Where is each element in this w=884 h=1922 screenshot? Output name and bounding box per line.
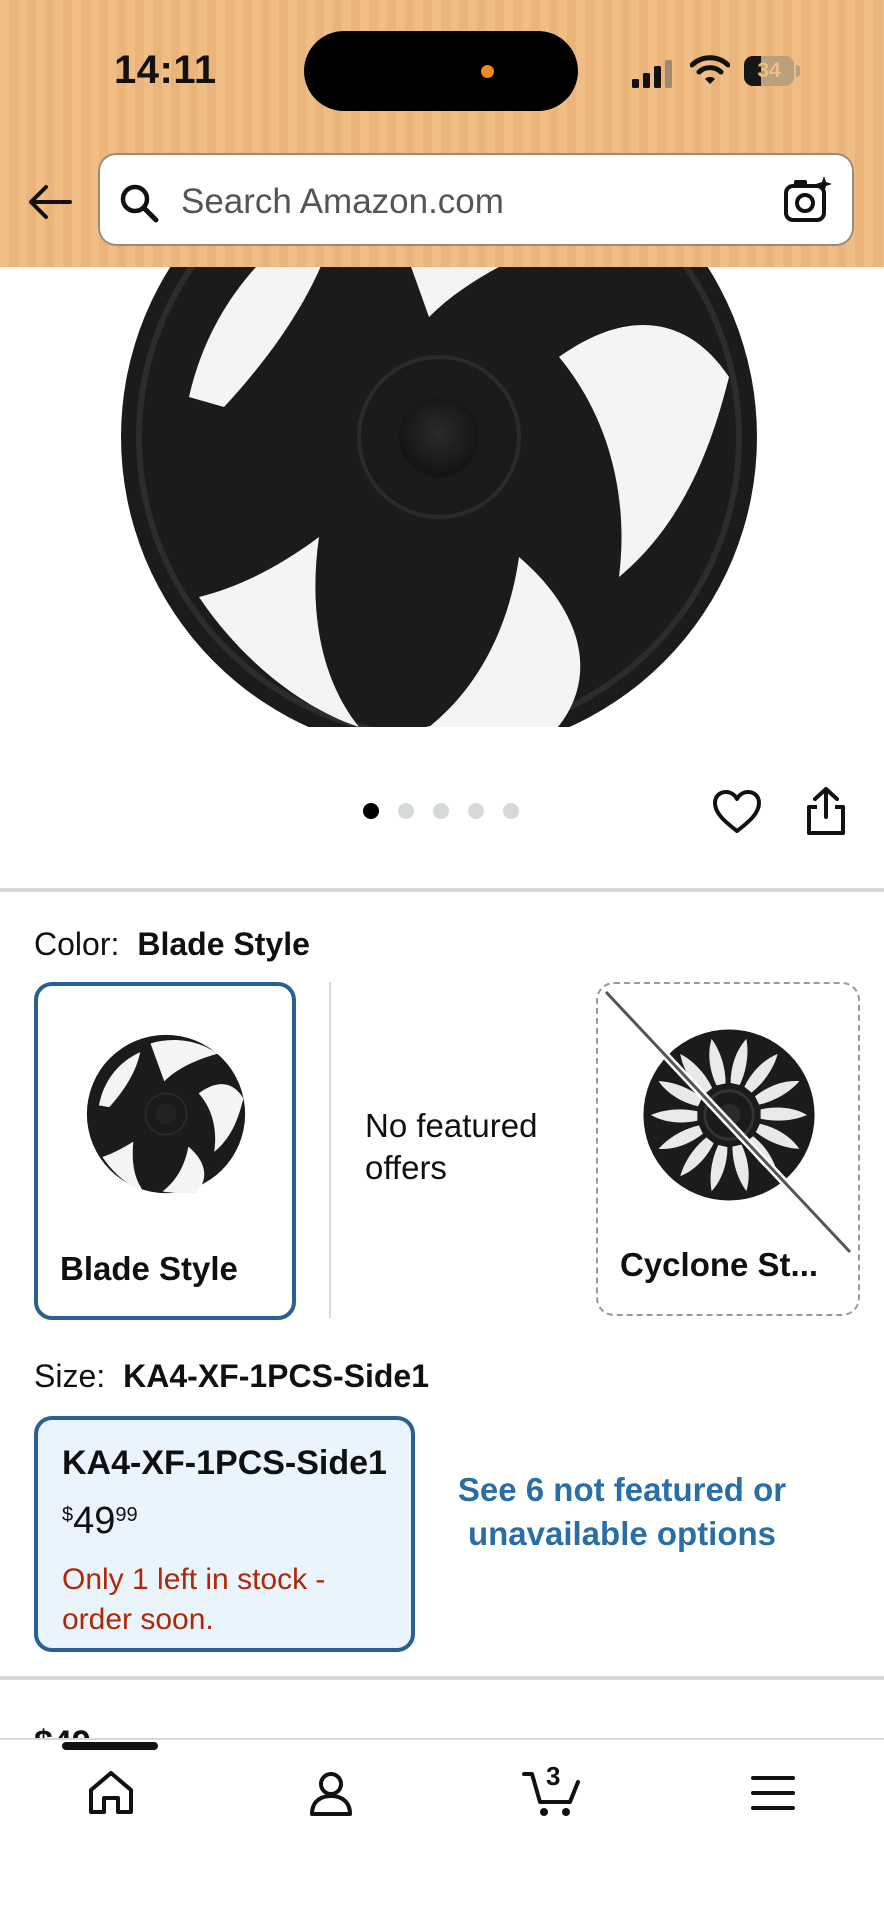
home-icon[interactable]: [86, 1768, 136, 1818]
account-icon[interactable]: [306, 1768, 356, 1818]
bottom-nav-bar: [0, 1738, 884, 1922]
size-selector-header: Size: KA4-XF-1PCS-Side1: [34, 1358, 429, 1395]
color-option-blade-style[interactable]: Blade Style: [34, 982, 296, 1320]
see-more-options-link[interactable]: See 6 not featured or unavailable option…: [446, 1468, 798, 1556]
scroll-indicator: [62, 1742, 158, 1750]
pagination-dot[interactable]: [398, 803, 414, 819]
cart-count-badge: 3: [546, 1761, 561, 1791]
wifi-icon: [690, 55, 730, 84]
search-icon: [120, 184, 159, 223]
color-option-name: Cyclone St...: [620, 1246, 819, 1283]
section-divider: [0, 888, 884, 892]
color-selected-value: Blade Style: [137, 926, 310, 962]
color-option-name: Blade Style: [60, 1250, 238, 1287]
menu-icon[interactable]: [748, 1768, 798, 1818]
search-placeholder: Search Amazon.com: [181, 182, 504, 221]
pagination-dot[interactable]: [363, 803, 379, 819]
camera-search-icon[interactable]: [782, 174, 834, 226]
size-option-price: $4999: [62, 1500, 138, 1542]
cellular-signal-icon: [632, 60, 672, 88]
recording-indicator: [481, 65, 494, 78]
pagination-dot[interactable]: [468, 803, 484, 819]
back-arrow-icon[interactable]: [26, 178, 74, 226]
share-icon[interactable]: [803, 785, 849, 837]
color-option-cyclone-style[interactable]: Cyclone St...: [596, 982, 860, 1316]
size-label: Size:: [34, 1358, 106, 1394]
battery-indicator: 34: [744, 56, 800, 86]
pagination-dot[interactable]: [433, 803, 449, 819]
color-label: Color:: [34, 926, 120, 962]
dynamic-island: [304, 31, 578, 111]
color-selector-header: Color: Blade Style: [34, 926, 310, 963]
battery-level: 34: [757, 59, 781, 82]
product-image[interactable]: [110, 267, 760, 727]
size-option-name: KA4-XF-1PCS-Side1: [62, 1444, 387, 1482]
no-featured-offers-text: No featured offers: [365, 1107, 538, 1186]
blade-style-thumbnail: [86, 1034, 246, 1194]
size-option-selected[interactable]: KA4-XF-1PCS-Side1 $4999 Only 1 left in s…: [34, 1416, 415, 1652]
stock-warning: Only 1 left in stock - order soon.: [62, 1563, 326, 1636]
section-divider: [0, 1676, 884, 1680]
vertical-divider: [329, 982, 331, 1318]
status-time: 14:11: [114, 48, 217, 92]
size-selected-value: KA4-XF-1PCS-Side1: [123, 1358, 429, 1394]
pagination-dot[interactable]: [503, 803, 519, 819]
heart-icon[interactable]: [712, 789, 762, 835]
